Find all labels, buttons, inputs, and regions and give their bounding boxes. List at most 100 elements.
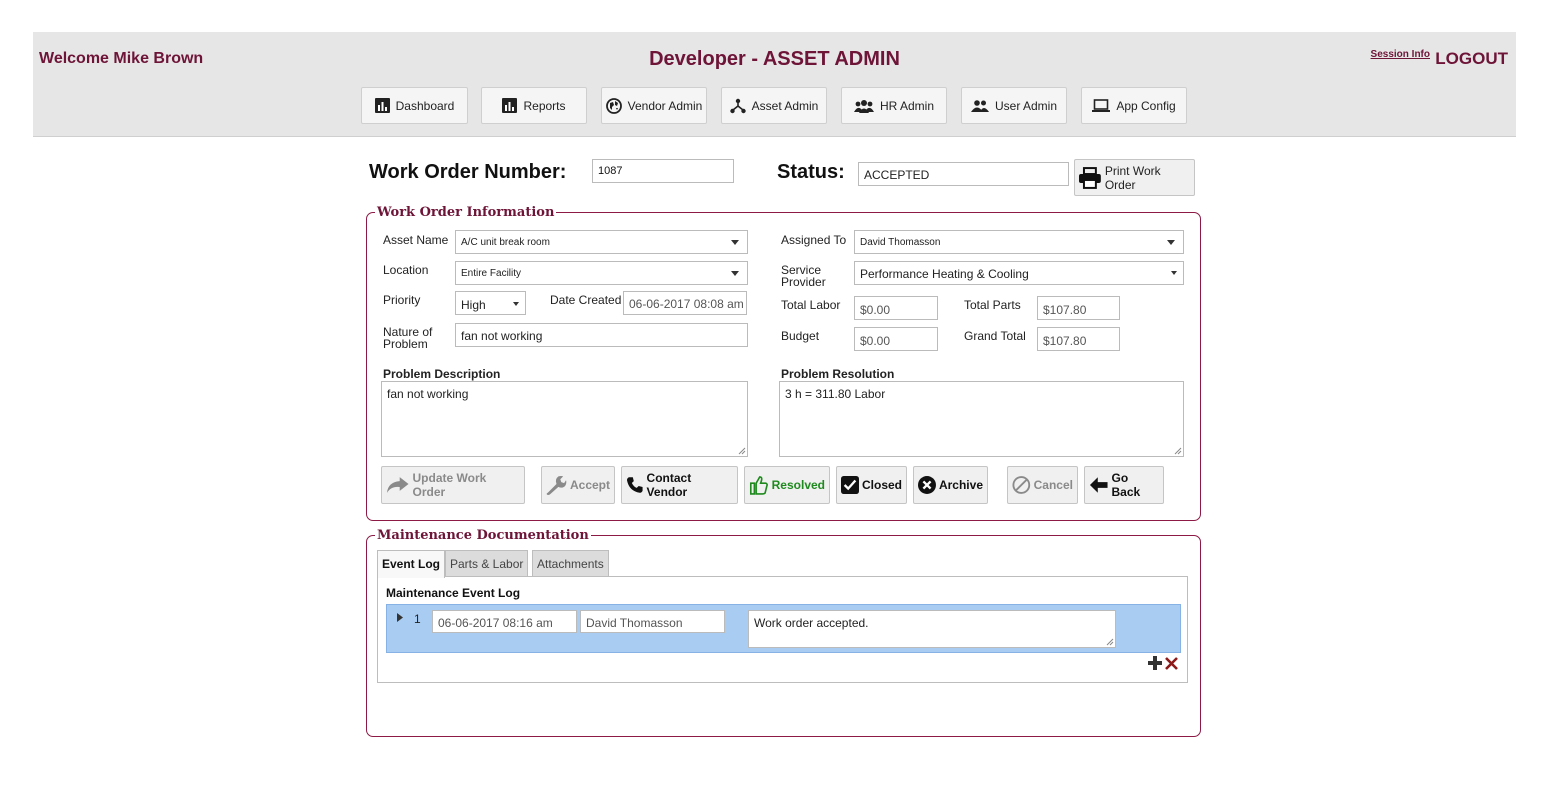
maintenance-event-log-title: Maintenance Event Log <box>386 586 521 600</box>
bar-chart-icon <box>502 98 518 113</box>
checkbox-checked-icon <box>841 476 859 494</box>
update-work-order-button[interactable]: Update Work Order <box>381 466 525 504</box>
assigned-to-select[interactable]: David Thomasson <box>854 230 1184 254</box>
problem-description-textarea[interactable]: fan not working <box>381 381 748 457</box>
nature-label-line-2: Problem <box>383 337 428 351</box>
nav-hr-admin[interactable]: HR Admin <box>841 87 947 124</box>
event-log-panel: Maintenance Event Log 1 06-06-2017 08:16… <box>377 576 1188 683</box>
location-value: Entire Facility <box>461 268 522 279</box>
app-title: Developer - ASSET ADMIN <box>649 48 900 70</box>
phone-icon <box>626 477 643 493</box>
table-row[interactable]: 1 06-06-2017 08:16 am David Thomasson Wo… <box>386 604 1181 653</box>
date-created-label: Date Created <box>550 293 622 307</box>
problem-resolution-textarea[interactable]: 3 h = 311.80 Labor <box>779 381 1184 457</box>
service-provider-value: Performance Heating & Cooling <box>860 267 1029 281</box>
total-labor-field[interactable]: $0.00 <box>854 296 938 320</box>
problem-resolution-label: Problem Resolution <box>781 367 895 381</box>
chevron-down-icon <box>731 271 739 276</box>
nav-app-config[interactable]: App Config <box>1081 87 1187 124</box>
nav-reports-label: Reports <box>523 98 566 113</box>
users-icon <box>970 100 989 112</box>
close-circle-icon <box>918 476 936 494</box>
arrow-left-icon <box>1089 477 1108 493</box>
problem-resolution-value: 3 h = 311.80 Labor <box>785 387 886 401</box>
thumbs-up-icon <box>749 476 768 495</box>
event-note-textarea[interactable]: Work order accepted. <box>748 610 1116 648</box>
event-date-field[interactable]: 06-06-2017 08:16 am <box>432 610 577 633</box>
logout-link[interactable]: LOGOUT <box>1435 49 1508 69</box>
priority-value: High <box>461 298 486 312</box>
location-label: Location <box>383 263 429 277</box>
go-back-button[interactable]: Go Back <box>1084 466 1164 504</box>
nav-hr-admin-label: HR Admin <box>879 98 935 113</box>
printer-icon <box>1078 166 1101 189</box>
total-parts-field[interactable]: $107.80 <box>1037 296 1120 320</box>
nature-of-problem-field[interactable]: fan not working <box>455 323 748 347</box>
problem-description-label: Problem Description <box>383 367 501 381</box>
network-icon <box>729 98 746 113</box>
nav-user-admin[interactable]: User Admin <box>961 87 1067 124</box>
priority-label: Priority <box>383 293 421 307</box>
archive-button[interactable]: Archive <box>913 466 988 504</box>
total-parts-label: Total Parts <box>964 298 1021 312</box>
event-person-field[interactable]: David Thomasson <box>580 610 725 633</box>
tab-parts-labor[interactable]: Parts & Labor <box>445 550 529 576</box>
service-provider-label-line-2: Provider <box>781 275 826 289</box>
row-number: 1 <box>414 612 421 626</box>
resolved-label: Resolved <box>771 478 825 492</box>
wrench-icon <box>546 475 567 496</box>
chevron-down-icon <box>1171 271 1177 275</box>
total-labor-label: Total Labor <box>781 298 841 312</box>
status-field[interactable]: ACCEPTED <box>858 162 1069 186</box>
work-order-number-field[interactable]: 1087 <box>592 159 734 183</box>
nav-reports[interactable]: Reports <box>481 87 587 124</box>
nav-vendor-admin-label: Vendor Admin <box>627 98 703 113</box>
service-provider-select[interactable]: Performance Heating & Cooling <box>854 261 1184 285</box>
event-note-value: Work order accepted. <box>754 616 869 630</box>
asset-name-value: A/C unit break room <box>461 237 550 248</box>
contact-vendor-label: Contact Vendor <box>646 471 692 499</box>
nav-dashboard[interactable]: Dashboard <box>361 87 468 124</box>
print-work-order-button[interactable]: Print Work Order <box>1074 159 1195 196</box>
delete-icon[interactable] <box>1165 656 1178 670</box>
closed-button[interactable]: Closed <box>836 466 907 504</box>
work-order-information-legend: Work Order Information <box>377 205 555 220</box>
chevron-down-icon <box>1167 240 1175 245</box>
row-actions <box>1148 656 1178 670</box>
share-arrow-icon <box>386 477 409 493</box>
resize-grip-icon <box>1106 638 1114 646</box>
tab-attachments[interactable]: Attachments <box>532 550 609 576</box>
cancel-label: Cancel <box>1033 478 1073 492</box>
budget-label: Budget <box>781 329 820 343</box>
chevron-down-icon <box>513 302 519 306</box>
chevron-down-icon <box>731 240 739 245</box>
laptop-icon <box>1092 99 1111 112</box>
plus-icon[interactable] <box>1148 656 1162 670</box>
tab-event-log[interactable]: Event Log <box>377 550 446 578</box>
accept-button[interactable]: Accept <box>541 466 615 504</box>
closed-label: Closed <box>861 478 902 492</box>
nav-user-admin-label: User Admin <box>994 98 1058 113</box>
contact-vendor-button[interactable]: Contact Vendor <box>621 466 738 504</box>
header: Welcome Mike Brown Developer - ASSET ADM… <box>33 32 1516 137</box>
caret-right-icon[interactable] <box>397 613 403 622</box>
update-work-order-label: Update Work Order <box>412 471 487 499</box>
grand-total-field[interactable]: $107.80 <box>1037 327 1120 351</box>
date-created-field[interactable]: 06-06-2017 08:08 am <box>623 291 747 315</box>
main-content: Work Order Number: 1087 Status: ACCEPTED… <box>33 137 1516 753</box>
asset-name-select[interactable]: A/C unit break room <box>455 230 748 254</box>
maintenance-documentation-legend: Maintenance Documentation <box>377 528 589 543</box>
nav-asset-admin[interactable]: Asset Admin <box>721 87 827 124</box>
print-work-order-label: Print Work Order <box>1104 163 1161 192</box>
cancel-button[interactable]: Cancel <box>1007 466 1078 504</box>
location-select[interactable]: Entire Facility <box>455 261 748 285</box>
budget-field[interactable]: $0.00 <box>854 327 938 351</box>
globe-icon <box>605 97 622 114</box>
nav-app-config-label: App Config <box>1116 98 1176 113</box>
priority-select[interactable]: High <box>455 291 526 315</box>
nav-vendor-admin[interactable]: Vendor Admin <box>601 87 707 124</box>
session-info-link[interactable]: Session Info <box>1371 49 1430 60</box>
status-label: Status: <box>777 161 845 183</box>
resolved-button[interactable]: Resolved <box>744 466 830 504</box>
grand-total-label: Grand Total <box>964 329 1026 343</box>
